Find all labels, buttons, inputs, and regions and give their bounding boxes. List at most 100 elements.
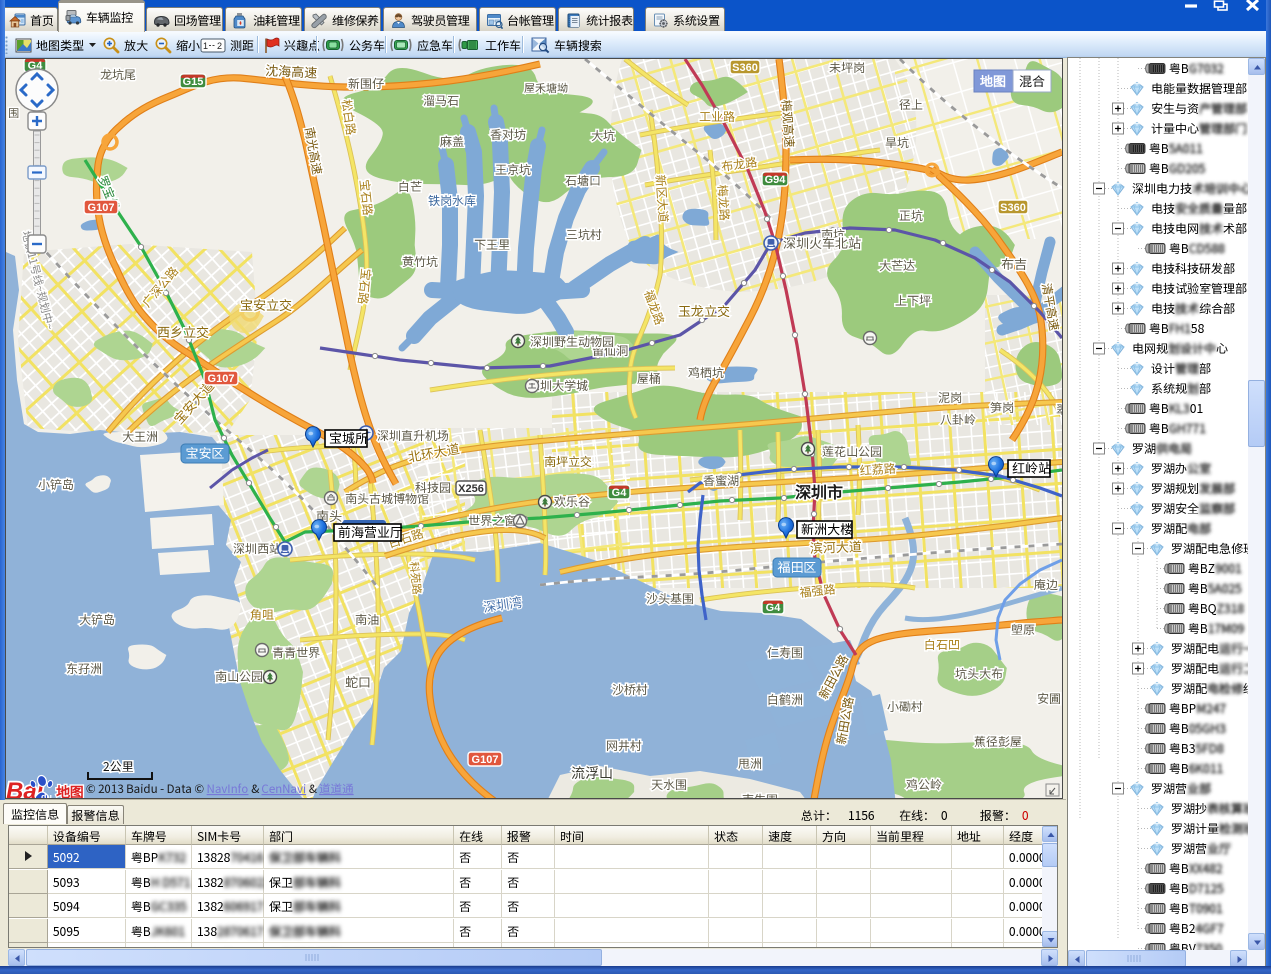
svg-text:庵边: 庵边 [1033,576,1058,593]
svg-text:粤B24GF7: 粤B24GF7 [1169,920,1224,937]
svg-text:甩洲: 甩洲 [738,755,762,772]
svg-text:白石凹: 白石凹 [924,636,960,653]
svg-text:电技电网技术术部: 电技电网技术术部 [1151,220,1247,237]
svg-text:安生与资产管理部: 安生与资产管理部 [1151,100,1247,117]
svg-text:粤BXX482: 粤BXX482 [1169,860,1223,877]
svg-text:罗湖规划发展部: 罗湖规划发展部 [1151,480,1235,497]
svg-text:电技安全质量量部: 电技安全质量量部 [1151,200,1247,217]
svg-text:G107: G107 [208,373,235,385]
svg-text:粤BFH158: 粤BFH158 [1149,320,1204,337]
svg-text:粤B35FD8: 粤B35FD8 [1169,740,1224,757]
svg-text:梅观高速: 梅观高速 [778,99,798,148]
svg-text:欢乐谷: 欢乐谷 [554,493,590,510]
svg-text:王京坑: 王京坑 [495,161,532,178]
svg-text:三坑村: 三坑村 [566,226,603,243]
svg-text:粤B05GH3: 粤B05GH3 [1169,720,1226,737]
svg-text:罗湖营业部: 罗湖营业部 [1151,780,1211,797]
svg-text:粤BT0901: 粤BT0901 [1169,900,1223,917]
svg-text:滨河大道: 滨河大道 [808,536,862,557]
svg-text:G107: G107 [88,202,115,214]
svg-text:粤BKL301: 粤BKL301 [1149,400,1203,417]
svg-text:罗湖办公室: 罗湖办公室 [1151,460,1212,477]
svg-text:罗湖计量检测班: 罗湖计量检测班 [1171,820,1255,837]
svg-text:麻盖: 麻盖 [439,133,464,150]
svg-text:宝城所: 宝城所 [329,428,368,447]
svg-text:铁岗水库: 铁岗水库 [428,192,476,209]
svg-text:粤BD7125: 粤BD7125 [1169,880,1224,897]
svg-text:翠: 翠 [1056,401,1062,418]
svg-text:2公里: 2公里 [103,758,134,775]
svg-text:粤BZ9001: 粤BZ9001 [1188,560,1242,577]
svg-text:罗湖配电检修组: 罗湖配电检修组 [1171,680,1255,697]
svg-text:地图: 地图 [55,782,84,798]
svg-text:下王里: 下王里 [474,236,510,253]
svg-text:世界之窗: 世界之窗 [468,512,516,529]
svg-text:粤B5A011: 粤B5A011 [1149,140,1203,157]
svg-text:计量中心管理部门: 计量中心管理部门 [1151,120,1247,137]
svg-text:粤B17M09: 粤B17M09 [1188,620,1245,637]
svg-text:正坑: 正坑 [899,207,924,224]
svg-text:石塘口: 石塘口 [565,172,601,189]
svg-text:du: du [41,792,52,798]
svg-text:香蜜湖: 香蜜湖 [703,472,739,489]
svg-text:地图: 地图 [979,71,1006,90]
svg-text:香对坊: 香对坊 [490,126,526,143]
svg-text:天水围: 天水围 [651,776,687,793]
svg-text:沙桥村: 沙桥村 [612,681,649,698]
svg-text:粤BQZ318: 粤BQZ318 [1188,600,1244,617]
svg-text:未坪岗: 未坪岗 [828,59,865,76]
svg-text:粤B5A025: 粤B5A025 [1188,580,1242,597]
svg-text:蕉径彭屋: 蕉径彭屋 [974,733,1022,750]
svg-text:粤BG7032: 粤BG7032 [1169,60,1224,77]
svg-text:鸡栖坑: 鸡栖坑 [688,364,725,381]
svg-text:沙头基围: 沙头基围 [646,590,694,607]
svg-text:电技技术综合部: 电技技术综合部 [1151,300,1235,317]
svg-text:屋桶: 屋桶 [637,370,661,387]
svg-text:南坪立交: 南坪立交 [544,453,592,470]
svg-text:新围仔: 新围仔 [348,75,384,92]
svg-text:粤BGD205: 粤BGD205 [1149,160,1206,177]
svg-text:罗湖配电部: 罗湖配电部 [1151,520,1211,537]
svg-text:红岭站: 红岭站 [1012,458,1052,477]
svg-text:大坑: 大坑 [591,127,616,144]
svg-text:深圳市: 深圳市 [794,479,843,503]
svg-text:1: 1 [203,41,208,51]
svg-text:大王洲: 大王洲 [122,428,158,445]
svg-text:新区大道: 新区大道 [652,174,672,223]
svg-text:围: 围 [8,105,19,121]
svg-text:电技试验室管理部: 电技试验室管理部 [1151,280,1247,297]
svg-text:S360: S360 [732,62,758,74]
svg-text:安圃: 安圃 [1037,690,1061,707]
svg-text:塱原: 塱原 [1011,621,1035,638]
svg-text:东孖洲: 东孖洲 [66,660,102,677]
svg-text:角咀: 角咀 [250,606,274,623]
svg-text:红荔路: 红荔路 [859,460,896,479]
svg-text:宝安立交: 宝安立交 [240,295,292,314]
svg-text:G4: G4 [766,602,782,614]
svg-text:莲花山公园: 莲花山公园 [822,443,882,460]
svg-text:混合: 混合 [1019,71,1045,90]
svg-text:罗湖抄表核算班: 罗湖抄表核算班 [1171,800,1255,817]
svg-text:梅龙路: 梅龙路 [714,184,733,221]
svg-text:深圳火车北站: 深圳火车北站 [782,233,862,252]
svg-text:工业路: 工业路 [699,108,735,125]
svg-text:福田区: 福田区 [776,557,816,576]
svg-text:旱坑: 旱坑 [885,134,910,151]
svg-text:玉龙立交: 玉龙立交 [678,301,730,320]
svg-text:流浮山: 流浮山 [571,763,613,783]
svg-text:G15: G15 [183,76,204,88]
svg-text:深圳野生动物园: 深圳野生动物园 [530,333,614,350]
svg-text:布吉: 布吉 [1001,254,1027,273]
svg-text:黄竹坑: 黄竹坑 [402,253,439,270]
svg-text:电网规划设计中心: 电网规划设计中心 [1132,340,1229,357]
svg-text:电能量数据管理部: 电能量数据管理部 [1151,80,1247,97]
svg-text:大芒达: 大芒达 [879,257,915,274]
svg-text:罗湖配电急修班: 罗湖配电急修班 [1171,540,1255,557]
svg-text:粤B6K011: 粤B6K011 [1169,760,1223,777]
svg-text:沈海高速: 沈海高速 [265,60,318,82]
svg-text:网井村: 网井村 [606,737,643,754]
svg-text:S360: S360 [1000,202,1026,214]
svg-text:电技科技研发部: 电技科技研发部 [1151,260,1235,277]
svg-text:粤BCD588: 粤BCD588 [1169,240,1225,257]
svg-text:宝安区: 宝安区 [185,443,224,462]
